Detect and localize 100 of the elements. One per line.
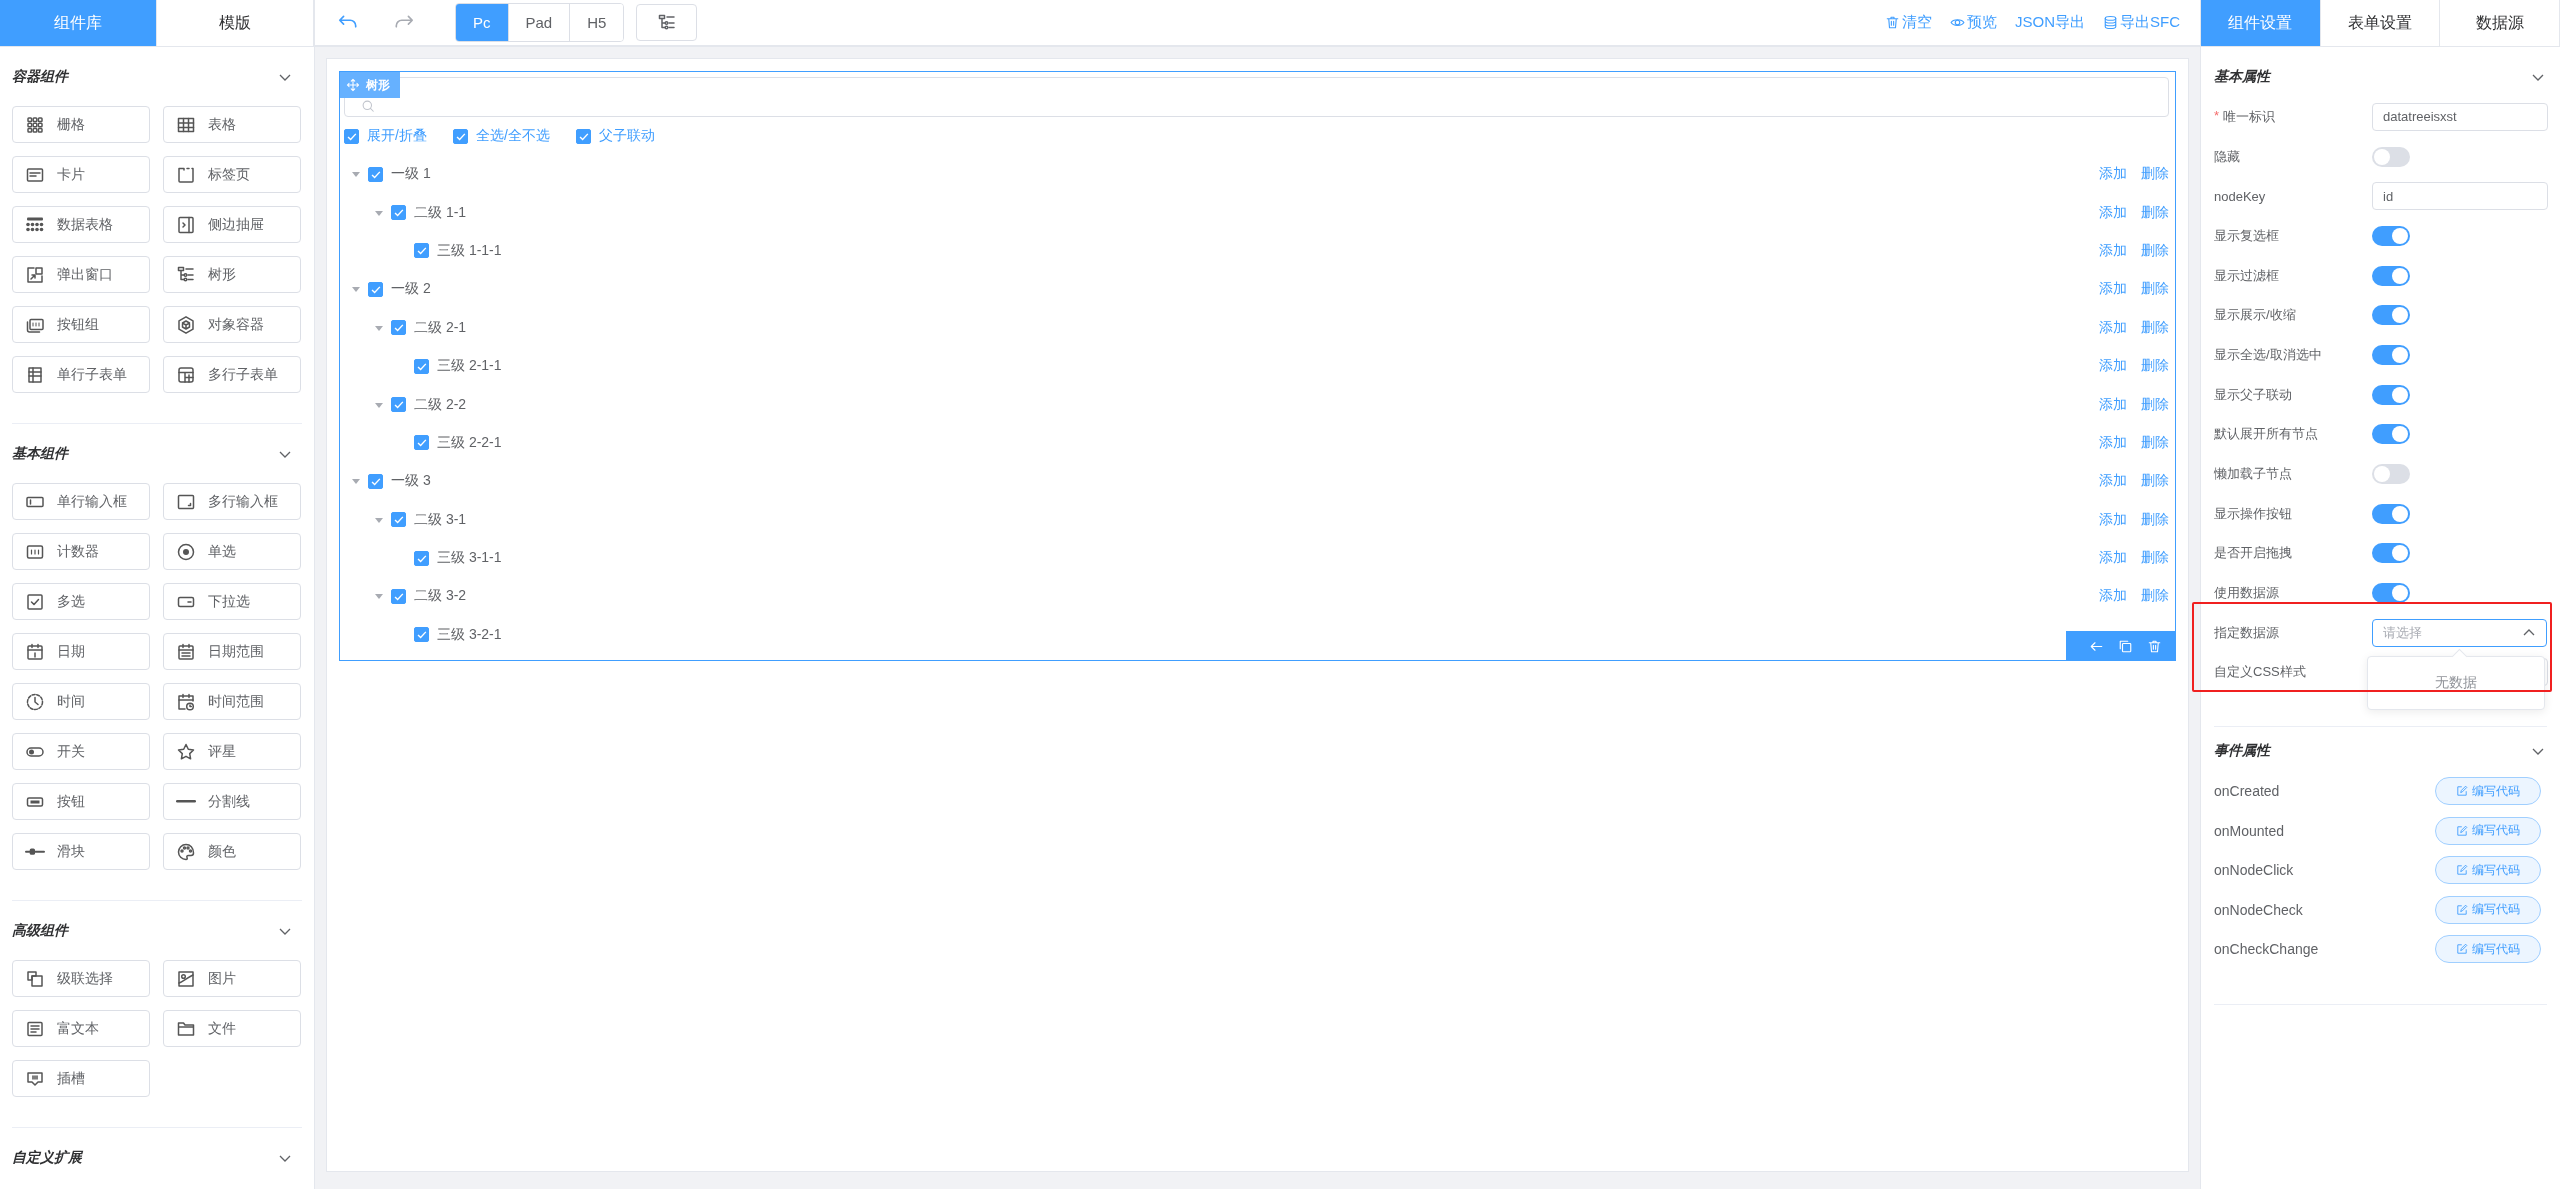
checkbox[interactable]: [368, 473, 383, 489]
section-title: 事件属性: [2214, 742, 2270, 761]
component-item[interactable]: 图片: [163, 960, 301, 997]
component-item[interactable]: 分割线: [163, 783, 301, 820]
component-item[interactable]: 多选: [12, 583, 150, 620]
filter-field[interactable]: [344, 77, 2169, 117]
component-item[interactable]: 时间: [12, 683, 150, 720]
property-label: 显示过滤框: [2214, 266, 2279, 285]
search-icon: [361, 99, 375, 113]
checkbox[interactable]: [368, 281, 383, 297]
checkbox[interactable]: [344, 128, 359, 144]
component-item[interactable]: 单选: [163, 533, 301, 570]
node-label: 三级 3-1-1: [437, 549, 503, 568]
property-label: 显示父子联动: [2214, 385, 2292, 404]
component-item[interactable]: 按钮: [12, 783, 150, 820]
line-icon: [176, 799, 196, 804]
tree-node[interactable]: 三级 3-1-1 添加 删除: [344, 538, 2169, 578]
text-field[interactable]: id: [2372, 182, 2548, 211]
component-item[interactable]: 多行子表单: [163, 356, 301, 393]
component-item[interactable]: 树形: [163, 256, 301, 293]
component-item[interactable]: 表格: [163, 106, 301, 143]
component-item[interactable]: 级联选择: [12, 960, 150, 997]
component-item[interactable]: 富文本: [12, 1010, 150, 1047]
checkbox[interactable]: [414, 435, 429, 451]
node-label: 一级 3: [391, 472, 432, 491]
toggle-switch[interactable]: [2372, 265, 2410, 286]
component-item[interactable]: 颜色: [163, 833, 301, 870]
toggle-switch[interactable]: [2372, 344, 2410, 365]
tree-widget[interactable]: 展开/折叠 全选/全不选 父子联动 一级 1 添加 删除 二级 1-1 添加 删除 三级 1-1-1 添加 删除 一级 2 添加 删除 二级 2-1 添加 删除 三级 2-1-1 添加 删除 二级 2-2 添加 删除 三级 2-2-1 添加 删除 一级 3 添加 删除 二级 3-1 添加 删除 三级 3-1-1 添加 删除 二级 3-2 添加 删除 三级 3-2-1 树形: [339, 71, 2176, 662]
popup-icon: [25, 264, 45, 285]
component-item[interactable]: 日期范围: [163, 633, 301, 670]
component-item[interactable]: 多行输入框: [163, 483, 301, 520]
component-item[interactable]: 标签页: [163, 156, 301, 193]
component-item[interactable]: 日期: [12, 633, 150, 670]
tree-node[interactable]: 一级 1 添加 删除: [344, 155, 2169, 194]
toggle-switch[interactable]: [2372, 384, 2410, 405]
component-item[interactable]: 数据表格: [12, 206, 150, 243]
tree-node[interactable]: 三级 1-1-1 添加 删除: [344, 231, 2169, 271]
tree-node[interactable]: 二级 3-2 添加 删除: [344, 577, 2169, 616]
component-item[interactable]: 弹出窗口: [12, 256, 150, 293]
toggle-switch[interactable]: [2372, 583, 2410, 604]
checkbox[interactable]: [368, 166, 383, 182]
star-icon: [176, 741, 196, 762]
component-item[interactable]: 单行子表单: [12, 356, 150, 393]
checkbox[interactable]: [391, 512, 406, 528]
component-item[interactable]: 单行输入框: [12, 483, 150, 520]
toggle-switch[interactable]: [2372, 543, 2410, 564]
grid-form-icon: [176, 364, 196, 385]
edit-icon: [2456, 864, 2468, 877]
toggle-switch[interactable]: [2372, 464, 2410, 485]
property-label: 唯一标识: [2223, 107, 2276, 126]
component-item[interactable]: 卡片: [12, 156, 150, 193]
checkbox[interactable]: [391, 205, 406, 221]
tree-node[interactable]: 二级 1-1 添加 删除: [344, 193, 2169, 232]
group-title: 基本组件: [12, 444, 68, 463]
component-item[interactable]: 计数器: [12, 533, 150, 570]
component-item[interactable]: 评星: [163, 733, 301, 770]
move-icon: [346, 78, 360, 92]
edit-icon: [2456, 943, 2468, 956]
checkbox[interactable]: [452, 128, 468, 144]
property-label: nodeKey: [2214, 188, 2266, 204]
node-label: 三级 1-1-1: [437, 241, 503, 260]
checkbox[interactable]: [391, 397, 406, 413]
toggle-switch[interactable]: [2372, 225, 2410, 246]
component-item[interactable]: 侧边抽屉: [163, 206, 301, 243]
checkbox[interactable]: [414, 358, 429, 374]
checkbox[interactable]: [575, 128, 591, 144]
checkbox[interactable]: [414, 627, 429, 643]
tree-node[interactable]: 三级 2-1-1 添加 删除: [344, 346, 2169, 386]
toggle-switch[interactable]: [2372, 305, 2410, 326]
toggle-switch[interactable]: [2372, 424, 2410, 445]
tree-view-button[interactable]: [636, 4, 698, 41]
tree-node[interactable]: 一级 3 添加 删除: [344, 462, 2169, 501]
component-item[interactable]: 开关: [12, 733, 150, 770]
checkbox[interactable]: [391, 320, 406, 336]
tree-node[interactable]: 三级 2-2-1 添加 删除: [344, 423, 2169, 463]
event-name: onNodeClick: [2214, 862, 2294, 879]
component-item[interactable]: 下拉选: [163, 583, 301, 620]
event-name: onNodeCheck: [2214, 901, 2303, 918]
tree-node[interactable]: 二级 2-2 添加 删除: [344, 385, 2169, 424]
tree-node[interactable]: 二级 3-1 添加 删除: [344, 500, 2169, 539]
component-item[interactable]: 插槽: [12, 1060, 150, 1097]
component-item[interactable]: 滑块: [12, 833, 150, 870]
tree-node[interactable]: 一级 2 添加 删除: [344, 270, 2169, 309]
text-field[interactable]: datatreeisxst: [2372, 102, 2548, 131]
component-item[interactable]: 对象容器: [163, 306, 301, 343]
component-item[interactable]: 按钮组: [12, 306, 150, 343]
component-item[interactable]: 文件: [163, 1010, 301, 1047]
toggle-switch[interactable]: [2372, 503, 2410, 524]
checkbox[interactable]: [391, 589, 406, 604]
component-item[interactable]: 时间范围: [163, 683, 301, 720]
node-label: 二级 2-1: [414, 318, 468, 337]
node-label: 三级 2-2-1: [437, 433, 503, 452]
checkbox[interactable]: [414, 550, 429, 566]
property-label: 指定数据源: [2214, 623, 2279, 642]
component-item[interactable]: 栅格: [12, 106, 150, 143]
checkbox[interactable]: [414, 243, 429, 259]
tree-node[interactable]: 二级 2-1 添加 删除: [344, 308, 2169, 347]
toggle-switch[interactable]: [2372, 146, 2410, 167]
tree-node[interactable]: 三级 3-2-1: [344, 615, 506, 655]
